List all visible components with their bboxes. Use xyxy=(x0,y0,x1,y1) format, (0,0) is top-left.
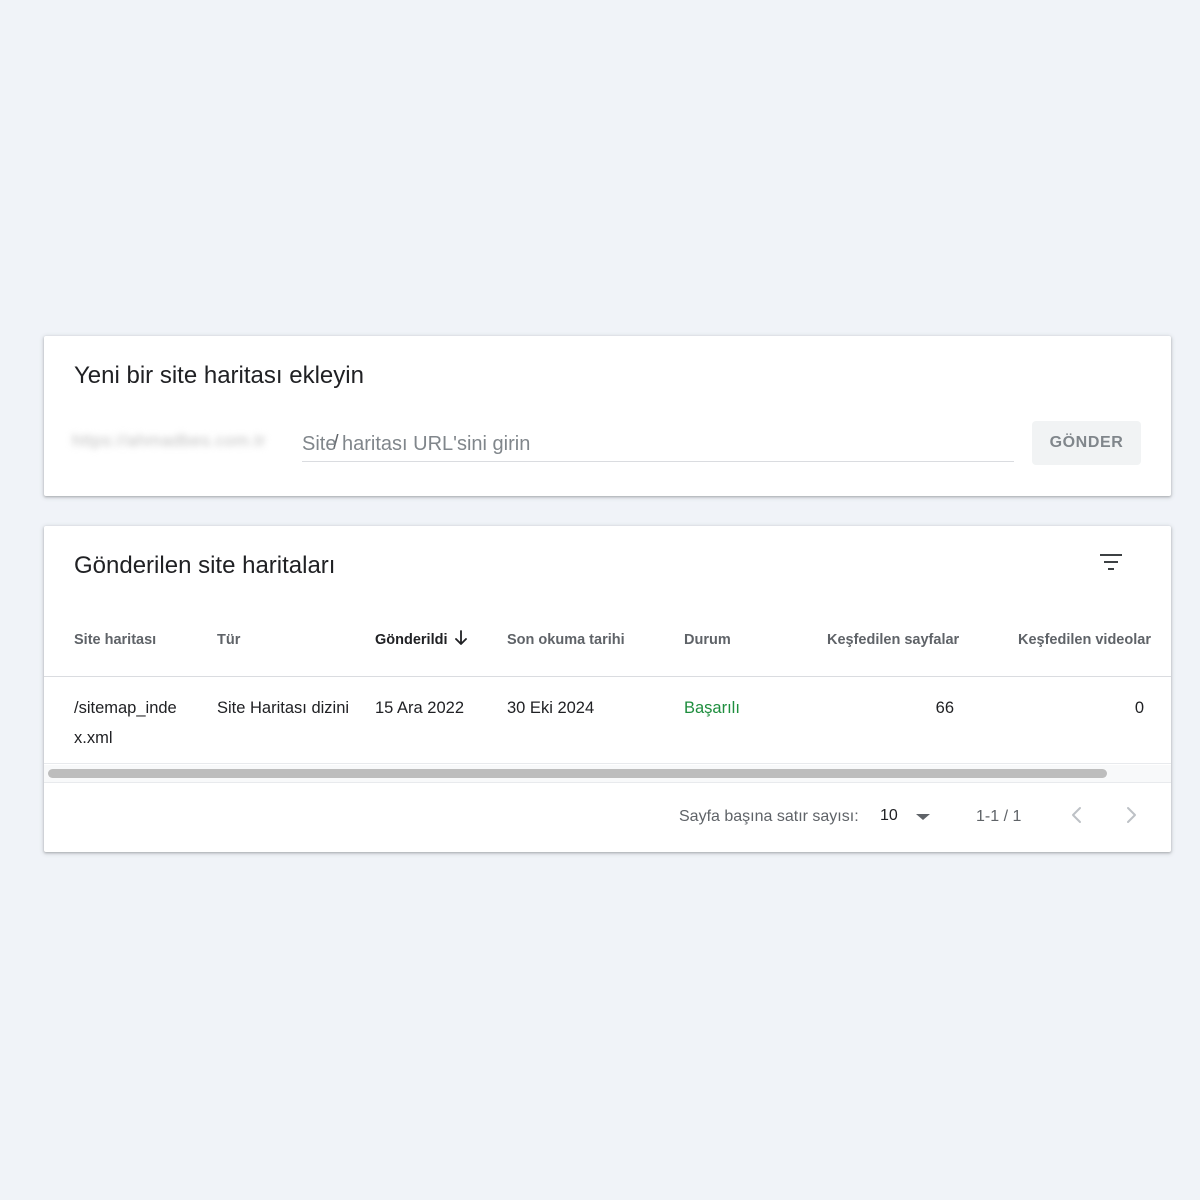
column-header-submitted[interactable]: Gönderildi xyxy=(375,632,448,648)
column-header-discovered-videos[interactable]: Keşfedilen videolar xyxy=(1018,632,1151,648)
add-sitemap-card: Yeni bir site haritası ekleyin https://a… xyxy=(44,336,1171,496)
rows-per-page-value: 10 xyxy=(880,807,898,824)
next-page-icon[interactable] xyxy=(1119,803,1143,827)
column-header-status[interactable]: Durum xyxy=(684,632,731,648)
column-header-last-read[interactable]: Son okuma tarihi xyxy=(507,632,625,648)
filter-list-icon[interactable] xyxy=(1099,553,1123,571)
dropdown-caret-icon xyxy=(916,814,930,820)
previous-page-icon[interactable] xyxy=(1065,803,1089,827)
table-row[interactable]: /sitemap_index.xml Site Haritası dizini … xyxy=(44,677,1171,764)
cell-status: Başarılı xyxy=(684,699,740,717)
pagination-bar: Sayfa başına satır sayısı: 10 1-1 / 1 xyxy=(44,783,1171,852)
horizontal-scrollbar-thumb[interactable] xyxy=(48,769,1107,778)
sitemap-url-input[interactable] xyxy=(302,428,1014,462)
submitted-sitemaps-card: Gönderilen site haritaları Site haritası… xyxy=(44,526,1171,852)
cell-discovered-pages: 66 xyxy=(935,699,954,717)
column-header-discovered-pages[interactable]: Keşfedilen sayfalar xyxy=(827,632,959,648)
site-url-prefix: https://ahmadbes.com.tr xyxy=(72,431,266,450)
cell-last-read-date: 30 Eki 2024 xyxy=(507,699,595,717)
cell-type: Site Haritası dizini xyxy=(217,699,350,717)
cell-sitemap: /sitemap_index.xml xyxy=(74,699,177,747)
pagination-range: 1-1 / 1 xyxy=(976,808,1022,825)
horizontal-scrollbar[interactable] xyxy=(44,765,1171,783)
add-sitemap-title: Yeni bir site haritası ekleyin xyxy=(74,362,364,389)
table-header: Site haritası Tür Gönderildi Son okuma t… xyxy=(44,620,1171,677)
cell-submitted-date: 15 Ara 2022 xyxy=(375,699,464,717)
column-header-sitemap[interactable]: Site haritası xyxy=(74,632,156,648)
submit-button[interactable]: GÖNDER xyxy=(1032,421,1141,465)
rows-per-page-select[interactable]: 10 xyxy=(880,805,940,831)
submitted-sitemaps-title: Gönderilen site haritaları xyxy=(74,552,336,579)
column-header-type[interactable]: Tür xyxy=(217,632,240,648)
rows-per-page-label: Sayfa başına satır sayısı: xyxy=(679,808,859,825)
sort-descending-icon[interactable] xyxy=(453,629,469,647)
cell-discovered-videos: 0 xyxy=(1134,699,1144,717)
